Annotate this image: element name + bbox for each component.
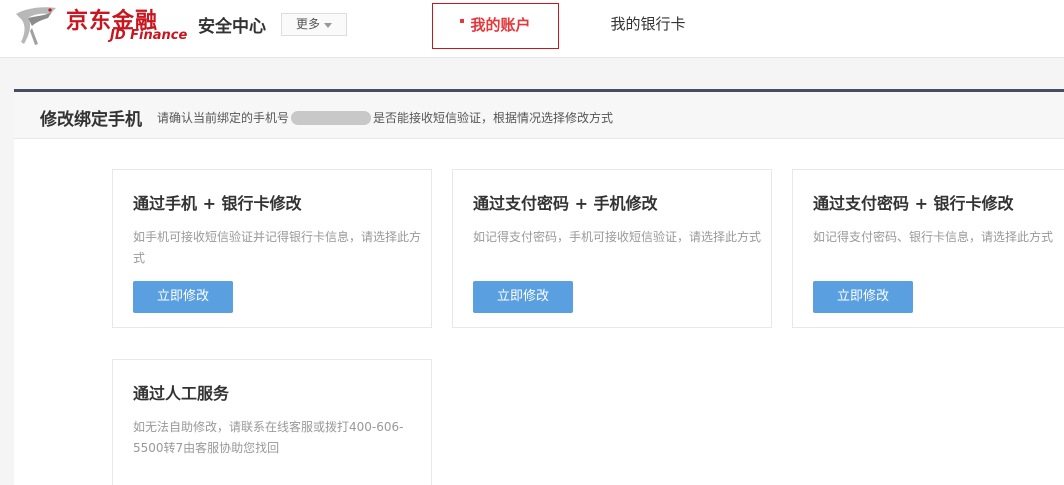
more-label: 更多 xyxy=(296,17,321,31)
panel-header: 修改绑定手机 请确认当前绑定的手机号 是否能接收短信验证，根据情况选择修改方式 xyxy=(14,92,1064,139)
top-header: 京东金融 JD Finance 安全中心 更多 我的账户 我的银行卡 xyxy=(0,0,1064,58)
nav-tab-my-account[interactable]: 我的账户 xyxy=(432,3,559,49)
description-suffix: 是否能接收短信验证，根据情况选择修改方式 xyxy=(373,111,614,125)
card-description: 如无法自助修改，请联系在线客服或拨打400-606-5500转7由客服协助您找回 xyxy=(133,420,404,455)
card-description: 如记得支付密码、银行卡信息，请选择此方式 xyxy=(813,230,1054,244)
site-title: 安全中心 xyxy=(198,17,266,37)
option-card-phone-bankcard: 通过手机 + 银行卡修改 如手机可接收短信验证并记得银行卡信息，请选择此方式 立… xyxy=(112,169,432,328)
card-description: 如记得支付密码，手机可接收短信验证，请选择此方式 xyxy=(473,230,762,244)
masked-phone-number xyxy=(291,110,372,125)
page-description: 请确认当前绑定的手机号 是否能接收短信验证，根据情况选择修改方式 xyxy=(157,109,613,126)
modify-now-button[interactable]: 立即修改 xyxy=(133,281,233,313)
option-card-paypassword-phone: 通过支付密码 + 手机修改 如记得支付密码，手机可接收短信验证，请选择此方式 立… xyxy=(452,169,772,328)
option-card-manual-service: 通过人工服务 如无法自助修改，请联系在线客服或拨打400-606-5500转7由… xyxy=(112,359,432,485)
caret-down-icon xyxy=(324,23,332,28)
card-title: 通过手机 + 银行卡修改 xyxy=(133,194,302,213)
option-card-paypassword-bankcard: 通过支付密码 + 银行卡修改 如记得支付密码、银行卡信息，请选择此方式 立即修改 xyxy=(792,169,1064,328)
nav-tab-label: 我的账户 xyxy=(470,16,531,34)
card-title: 通过支付密码 + 手机修改 xyxy=(473,194,658,213)
modify-now-button[interactable]: 立即修改 xyxy=(813,281,913,313)
modify-now-button[interactable]: 立即修改 xyxy=(473,281,573,313)
jd-dog-logo-icon[interactable] xyxy=(12,4,60,48)
card-title: 通过人工服务 xyxy=(133,384,230,403)
nav-tab-my-bank-cards[interactable]: 我的银行卡 xyxy=(590,3,706,47)
active-dot-icon xyxy=(460,18,465,23)
more-dropdown[interactable]: 更多 xyxy=(281,13,347,36)
brand-logo-english[interactable]: JD Finance xyxy=(110,28,187,43)
page-title: 修改绑定手机 xyxy=(40,110,142,130)
description-prefix: 请确认当前绑定的手机号 xyxy=(157,111,290,125)
card-title: 通过支付密码 + 银行卡修改 xyxy=(813,194,1014,213)
card-description: 如手机可接收短信验证并记得银行卡信息，请选择此方式 xyxy=(133,230,422,265)
nav-tab-label: 我的银行卡 xyxy=(610,15,686,33)
